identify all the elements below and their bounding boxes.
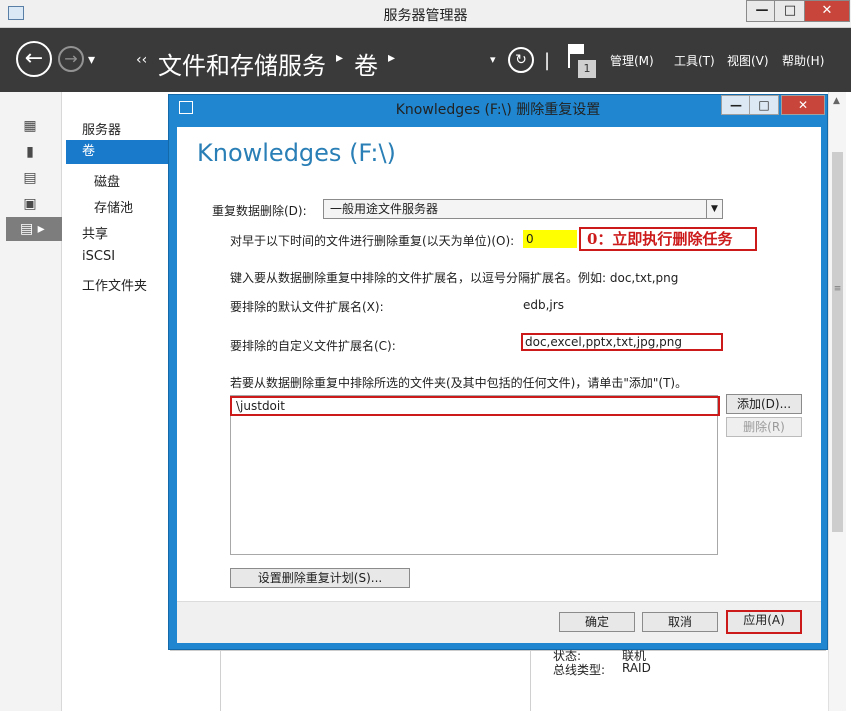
navigation-bar: ← → ▾ ‹‹ 文件和存储服务 ▸ 卷 ▸ ▾ ↻ | 1 管理(M) 工具(… [0,28,851,92]
menu-manage[interactable]: 管理(M) [610,52,654,69]
menu-help[interactable]: 帮助(H) [782,52,824,69]
background-details-panel: 状态: 联机 总线类型: RAID [170,649,826,711]
left-icon-rail: ▦ ▮ ▤ ▣ ▤ ▸ [0,92,62,711]
dialog-close-button[interactable]: ✕ [781,95,825,115]
custom-extensions-label: 要排除的自定义文件扩展名(C): [230,339,396,353]
dashboard-icon[interactable]: ▦ [22,118,38,134]
dropdown-arrow-icon[interactable]: ▾ [490,53,496,66]
list-item[interactable]: \justdoit [230,396,720,416]
toolbar-divider: | [544,50,551,71]
window-title: 服务器管理器 [383,8,468,24]
scrollbar-thumb[interactable] [832,152,843,532]
arrow-left-icon: ← [24,46,44,71]
apply-button[interactable]: 应用(A) [726,610,802,634]
sidebar-item-work-folders[interactable]: 工作文件夹 [82,275,147,294]
window-title-bar: 服务器管理器 — □ ✕ [0,0,851,28]
menu-tools[interactable]: 工具(T) [674,52,715,69]
remove-folder-button[interactable]: 删除(R) [726,417,802,437]
breadcrumb-volumes[interactable]: 卷 [354,46,378,81]
ok-button[interactable]: 确定 [559,612,635,632]
dialog-body: Knowledges (F:\) 重复数据删除(D): 一般用途文件服务器 ▼ … [177,127,821,601]
cancel-button[interactable]: 取消 [642,612,718,632]
breadcrumb-prefix[interactable]: ‹‹ [136,52,147,68]
roles-icon[interactable]: ▣ [22,196,38,212]
maximize-button[interactable]: □ [774,0,806,22]
history-dropdown-icon[interactable]: ▾ [88,52,95,68]
menu-view[interactable]: 视图(V) [727,52,769,69]
sidebar-item-shares[interactable]: 共享 [82,223,108,242]
annotation-callout: 0：立即执行删除任务 [579,227,757,251]
dedup-type-value: 一般用途文件服务器 [330,202,439,216]
add-folder-button[interactable]: 添加(D)... [726,394,802,414]
exclude-extensions-hint: 键入要从数据删除重复中排除的文件扩展名，以逗号分隔扩展名。例如: doc,txt… [230,271,679,285]
exclude-folders-hint: 若要从数据删除重复中排除所选的文件夹(及其中包括的任何文件)，请单击"添加"(T… [230,376,688,390]
chevron-down-icon[interactable]: ▼ [706,200,722,218]
dedup-type-select[interactable]: 一般用途文件服务器 ▼ [323,199,723,219]
dialog-maximize-button[interactable]: □ [749,95,779,115]
all-servers-icon[interactable]: ▤ [22,170,38,186]
dialog-heading: Knowledges (F:\) [197,139,396,167]
breadcrumb-file-storage[interactable]: 文件和存储服务 [158,46,326,81]
close-button[interactable]: ✕ [804,0,850,22]
custom-extensions-input[interactable]: doc,excel,pptx,txt,jpg,png [521,333,723,351]
bus-type-label: 总线类型: [553,663,606,677]
scroll-grip-icon: ≡ [833,284,842,294]
schedule-dedup-button[interactable]: 设置删除重复计划(S)... [230,568,410,588]
forward-button[interactable]: → [58,46,84,72]
sidebar-item-disks[interactable]: 磁盘 [94,171,120,190]
sidebar-item-volumes[interactable]: 卷 [66,140,170,164]
sidebar: 服务器 卷 磁盘 存储池 共享 iSCSI 工作文件夹 [62,92,170,711]
scroll-up-icon[interactable]: ▲ [833,96,840,106]
file-storage-icon[interactable]: ▤ ▸ [6,217,62,241]
back-button[interactable]: ← [16,41,52,77]
dialog-footer: 确定 取消 应用(A) [177,601,821,643]
breadcrumb-separator-icon: ▸ [336,50,344,66]
sidebar-item-storage-pools[interactable]: 存储池 [94,197,133,216]
main-scrollbar[interactable]: ▲ ≡ [828,92,846,711]
default-extensions-value: edb,jrs [523,298,564,312]
dialog-minimize-button[interactable]: — [721,95,751,115]
breadcrumb-separator-icon: ▸ [388,50,396,66]
local-server-icon[interactable]: ▮ [22,144,38,160]
file-age-label: 对早于以下时间的文件进行删除重复(以天为单位)(O): [230,234,515,248]
dedup-label: 重复数据删除(D): [212,204,307,218]
excluded-folders-list[interactable]: \justdoit [230,395,720,555]
arrow-right-icon: → [64,49,78,68]
bus-type-value: RAID [622,661,651,675]
refresh-icon: ↻ [515,52,527,68]
file-age-input[interactable]: 0 [523,230,577,248]
refresh-button[interactable]: ↻ [508,47,534,73]
sidebar-item-iscsi[interactable]: iSCSI [82,249,115,264]
sidebar-item-servers[interactable]: 服务器 [82,119,121,138]
notification-count-badge: 1 [578,60,596,78]
dedup-settings-dialog: Knowledges (F:\) 删除重复设置 — □ ✕ Knowledges… [168,94,828,650]
default-extensions-label: 要排除的默认文件扩展名(X): [230,300,384,314]
